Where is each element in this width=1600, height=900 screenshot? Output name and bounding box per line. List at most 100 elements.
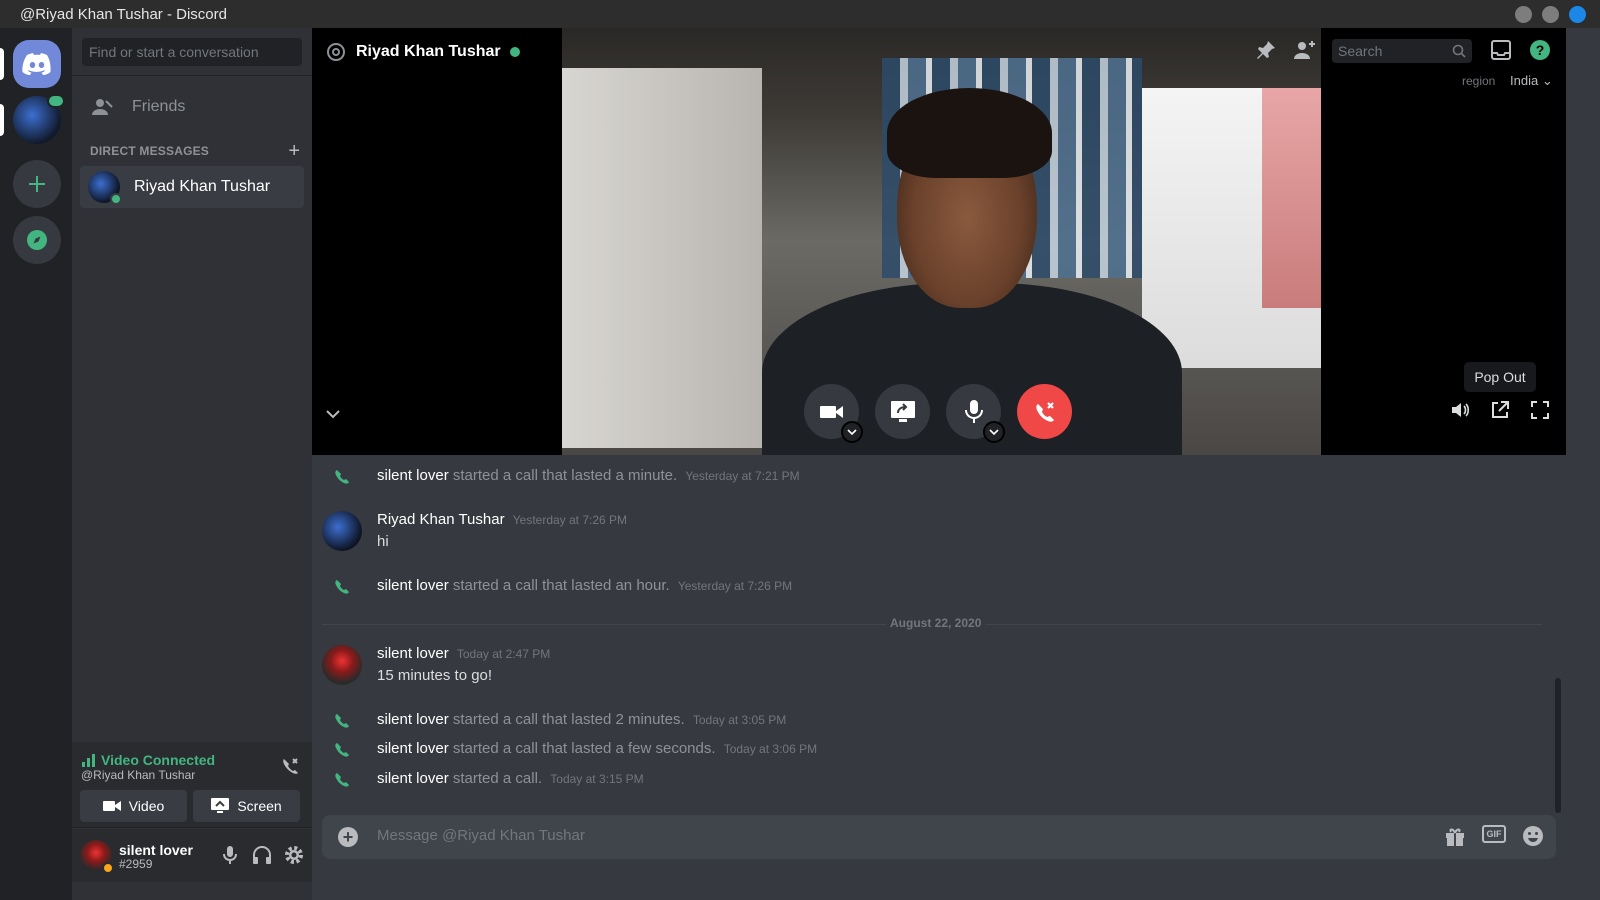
microphone-icon[interactable] [220,845,240,865]
collapse-call-button[interactable] [326,403,340,424]
home-button[interactable] [13,40,61,88]
window-controls [1515,6,1586,23]
message-composer[interactable]: + Message @Riyad Khan Tushar GIF [322,815,1556,859]
find-conversation-input[interactable]: Find or start a conversation [82,38,302,66]
attach-button[interactable]: + [338,827,358,847]
phone-icon [335,773,349,787]
friends-icon [92,95,116,119]
camera-icon [819,405,843,418]
message-author[interactable]: silent lover [377,711,449,728]
plus-icon [29,176,45,192]
screen-share-button[interactable]: Screen [193,790,300,822]
message-header: silent lover Today at 2:47 PM [377,645,550,662]
message-content: hi [377,533,389,550]
screen-share-icon [890,400,915,422]
camera-toggle-button[interactable] [804,384,863,443]
chevron-down-icon [989,428,999,435]
volume-icon[interactable] [1450,400,1470,420]
avatar[interactable] [322,511,362,551]
share-screen-button[interactable] [875,384,930,439]
add-friend-icon[interactable] [1293,39,1317,61]
popout-icon[interactable] [1490,400,1510,420]
gift-icon[interactable] [1444,825,1466,847]
header-search-input[interactable]: Search [1332,39,1472,63]
popout-tooltip: Pop Out [1464,362,1536,392]
add-server-button[interactable] [13,160,61,208]
message-timestamp: Today at 2:47 PM [456,647,551,661]
disconnect-button[interactable] [280,756,300,781]
region-select[interactable]: India ⌄ [1510,73,1553,89]
message-author[interactable]: silent lover [377,770,449,787]
message-text: started a call that lasted a minute. [452,467,678,484]
search-icon [1452,44,1466,58]
sidebar-divider [72,75,312,76]
avatar[interactable] [322,645,362,685]
explore-servers-button[interactable] [13,216,61,264]
dm-item-riyad[interactable]: Riyad Khan Tushar [80,166,304,208]
discord-logo-icon [22,53,51,75]
microphone-icon [964,399,983,423]
voice-connection-panel: Video Connected @Riyad Khan Tushar Video… [72,742,312,828]
video-view-controls [1450,400,1550,420]
inbox-icon[interactable] [1490,39,1512,61]
pin-icon[interactable] [1255,39,1277,61]
message-input[interactable]: Message @Riyad Khan Tushar [377,827,585,844]
message-timestamp: Yesterday at 7:26 PM [512,513,628,527]
message-author[interactable]: silent lover [377,645,449,662]
gif-button[interactable]: GIF [1482,825,1506,843]
window-title: @Riyad Khan Tushar - Discord [20,5,227,23]
mute-toggle-button[interactable] [946,384,1005,443]
online-status-dot [110,193,122,205]
mic-options-button[interactable] [983,421,1005,443]
minimize-button[interactable] [1515,6,1532,23]
message-author[interactable]: silent lover [377,740,449,757]
message-text: started a call that lasted an hour. [452,577,670,594]
chevron-down-icon [326,410,340,419]
message-scrollbar[interactable] [1555,678,1561,813]
call-log-item: silent lover started a call that lasted … [377,577,792,594]
headphones-icon[interactable] [252,845,272,865]
emoji-icon[interactable] [1522,825,1544,847]
dm-item-label: Riyad Khan Tushar [134,178,271,195]
help-icon[interactable]: ? [1529,39,1551,61]
voice-target: @Riyad Khan Tushar [81,768,196,782]
server-list [0,28,72,900]
message-text: started a call that lasted 2 minutes. [452,711,685,728]
video-button-label: Video [128,798,165,814]
create-dm-button[interactable]: + [288,140,300,163]
user-avatar[interactable] [80,840,114,874]
close-button[interactable] [1569,6,1586,23]
composer-actions: GIF [1444,825,1544,847]
dm-avatar-guild[interactable] [13,94,65,144]
camera-icon [102,801,121,811]
date-divider-label: August 22, 2020 [886,616,986,630]
avatar [88,171,122,205]
message-author[interactable]: silent lover [377,577,449,594]
friends-label: Friends [132,98,186,115]
user-panel: silent lover #2959 [72,829,312,882]
online-status-dot [509,47,520,57]
voice-status-label: Video Connected [101,752,216,768]
user-tag: #2959 [119,857,153,871]
camera-options-button[interactable] [841,421,863,443]
message-timestamp: Today at 3:06 PM [723,742,818,756]
fullscreen-icon[interactable] [1530,400,1550,420]
message-author[interactable]: Riyad Khan Tushar [377,511,505,528]
selected-pill [0,48,4,80]
region-label: region [1462,74,1496,88]
user-controls [220,845,304,865]
gear-icon[interactable] [284,845,304,865]
message-header: Riyad Khan Tushar Yesterday at 7:26 PM [377,511,627,528]
search-placeholder: Search [1338,43,1383,59]
phone-icon [335,580,349,594]
restore-button[interactable] [1542,6,1559,23]
date-divider: August 22, 2020 [322,616,1542,630]
phone-icon [335,714,349,728]
signal-icon [82,754,95,767]
video-toggle-button[interactable]: Video [80,790,187,822]
chevron-down-icon: ⌄ [1541,73,1553,88]
friends-nav-item[interactable]: Friends [80,86,304,128]
message-author[interactable]: silent lover [377,467,449,484]
end-call-button[interactable] [1017,384,1072,439]
at-sign-icon [327,43,345,61]
